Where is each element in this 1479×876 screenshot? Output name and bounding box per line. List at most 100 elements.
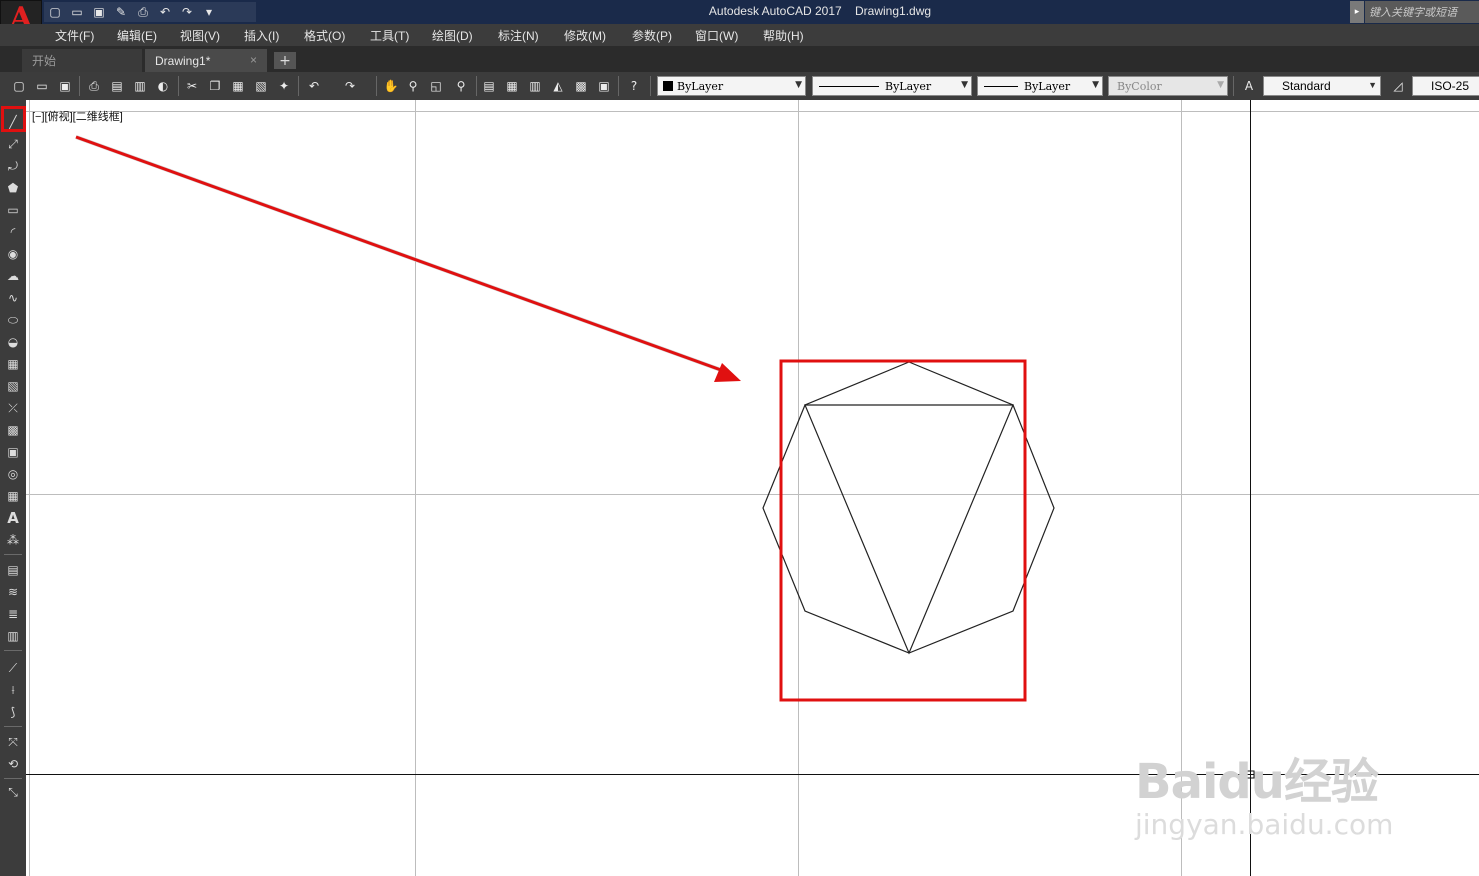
- redo-icon[interactable]: ↷: [178, 3, 196, 21]
- search-input[interactable]: 键入关键字或短语: [1365, 1, 1479, 23]
- table-icon[interactable]: ▦: [2, 486, 24, 506]
- menu-parametric[interactable]: 参数(P): [632, 27, 672, 44]
- open-icon[interactable]: ▭: [68, 3, 86, 21]
- insert-block-icon[interactable]: ▦: [2, 354, 24, 374]
- dimension-style-icon[interactable]: ◿: [1388, 76, 1408, 96]
- markup-icon[interactable]: ▩: [571, 76, 591, 96]
- construction-line-icon[interactable]: ⤢: [2, 134, 24, 154]
- layer-isolate-icon[interactable]: ▥: [2, 626, 24, 646]
- layer-properties-icon[interactable]: ▤: [2, 560, 24, 580]
- zoom-realtime-icon[interactable]: ⚲: [403, 76, 423, 96]
- dimension-style-dropdown[interactable]: ISO-25: [1412, 76, 1479, 96]
- ellipse-icon[interactable]: ⬭: [2, 310, 24, 330]
- plot-icon[interactable]: ⎙: [134, 3, 152, 21]
- tab-start-label: 开始: [32, 54, 57, 68]
- hatch-icon[interactable]: ▩: [2, 420, 24, 440]
- spline-icon[interactable]: ∿: [2, 288, 24, 308]
- revision-cloud-icon[interactable]: ☁: [2, 266, 24, 286]
- publish-icon[interactable]: ▥: [130, 76, 150, 96]
- match-properties-icon[interactable]: ▧: [251, 76, 271, 96]
- calculator-icon[interactable]: ▣: [594, 76, 614, 96]
- save-icon[interactable]: ▣: [90, 3, 108, 21]
- draw-toolbar: ╱ ⤢ ⤾ ⬟ ▭ ◜ ◉ ☁ ∿ ⬭ ◒ ▦ ▧ ⤫ ▩ ▣ ◎ ▦ A ⁂ …: [0, 100, 26, 876]
- copy-icon[interactable]: ❐: [205, 76, 225, 96]
- tab-start[interactable]: 开始: [22, 49, 142, 72]
- dimension-aligned-icon[interactable]: ⟊: [2, 680, 24, 700]
- menu-modify[interactable]: 修改(M): [564, 27, 606, 44]
- 3dprint-icon[interactable]: ◐: [153, 76, 173, 96]
- redo-toolbar-icon[interactable]: ↷: [340, 76, 360, 96]
- open-file-icon[interactable]: ▭: [32, 76, 52, 96]
- add-selected-icon[interactable]: ⁂: [2, 530, 24, 550]
- layer-states-icon[interactable]: ≋: [2, 582, 24, 602]
- menu-view[interactable]: 视图(V): [180, 27, 220, 44]
- linetype-control-dropdown[interactable]: ByLayer ▼: [812, 76, 972, 96]
- layer-previous-icon[interactable]: ≣: [2, 604, 24, 624]
- search-expand-icon[interactable]: ▸: [1350, 1, 1364, 23]
- viewport-controls-label[interactable]: [−][俯视][二维线框]: [32, 108, 123, 124]
- save-file-icon[interactable]: ▣: [55, 76, 75, 96]
- print-icon[interactable]: ⎙: [84, 76, 104, 96]
- quick-access-toolbar: ▢ ▭ ▣ ✎ ⎙ ↶ ↷ ▾: [44, 2, 256, 22]
- triangle-shape[interactable]: [804, 404, 1014, 655]
- multiline-text-icon[interactable]: A: [2, 508, 24, 528]
- undo-toolbar-icon[interactable]: ↶: [304, 76, 324, 96]
- menu-file[interactable]: 文件(F): [55, 27, 94, 44]
- chevron-down-icon: ▼: [961, 80, 968, 90]
- watermark-url: jingyan.baidu.com: [1135, 808, 1394, 841]
- menu-window[interactable]: 窗口(W): [695, 27, 738, 44]
- qnew-icon[interactable]: ▢: [9, 76, 29, 96]
- menu-dimension[interactable]: 标注(N): [498, 27, 539, 44]
- block-editor-icon[interactable]: ✦: [274, 76, 294, 96]
- heptagon-shape[interactable]: [762, 361, 1055, 654]
- new-tab-button[interactable]: +: [274, 52, 296, 69]
- dimension-arc-icon[interactable]: ⟆: [2, 702, 24, 722]
- make-block-icon[interactable]: ▧: [2, 376, 24, 396]
- menu-help[interactable]: 帮助(H): [763, 27, 804, 44]
- menu-edit[interactable]: 编辑(E): [117, 27, 157, 44]
- polygon-icon[interactable]: ⬟: [2, 178, 24, 198]
- dimension-linear-icon[interactable]: ⟋: [2, 658, 24, 678]
- region-icon[interactable]: ◎: [2, 464, 24, 484]
- zoom-previous-icon[interactable]: ⚲: [451, 76, 471, 96]
- polyline-icon[interactable]: ⤾: [2, 156, 24, 176]
- point-icon[interactable]: ⤫: [2, 398, 24, 418]
- window-title: Autodesk AutoCAD 2017 Drawing1.dwg: [708, 4, 932, 18]
- rectangle-icon[interactable]: ▭: [2, 200, 24, 220]
- text-style-icon[interactable]: A: [1239, 76, 1259, 96]
- saveas-icon[interactable]: ✎: [112, 3, 130, 21]
- watermark-brand: Baidu经验: [1135, 754, 1379, 810]
- menu-format[interactable]: 格式(O): [304, 27, 345, 44]
- modify-stretch-icon[interactable]: ⤡: [2, 782, 24, 802]
- tab-drawing1[interactable]: Drawing1* ×: [145, 49, 267, 72]
- lineweight-control-dropdown[interactable]: ByLayer ▼: [977, 76, 1103, 96]
- menu-tools[interactable]: 工具(T): [370, 27, 409, 44]
- gradient-icon[interactable]: ▣: [2, 442, 24, 462]
- help-icon[interactable]: ?: [624, 76, 644, 96]
- designcenter-icon[interactable]: ▦: [502, 76, 522, 96]
- modify-copy-icon[interactable]: ⟲: [2, 754, 24, 774]
- paste-icon[interactable]: ▦: [228, 76, 248, 96]
- zoom-window-icon[interactable]: ◱: [426, 76, 446, 96]
- text-style-dropdown[interactable]: Standard ▼: [1263, 76, 1381, 96]
- modify-move-icon[interactable]: ⤧: [2, 732, 24, 752]
- cut-icon[interactable]: ✂: [182, 76, 202, 96]
- pan-icon[interactable]: ✋: [381, 76, 401, 96]
- close-icon[interactable]: ×: [250, 53, 257, 67]
- customize-icon[interactable]: ▾: [200, 3, 218, 21]
- ellipse-arc-icon[interactable]: ◒: [2, 332, 24, 352]
- menu-draw[interactable]: 绘图(D): [432, 27, 473, 44]
- new-icon[interactable]: ▢: [46, 3, 64, 21]
- tool-palettes-icon[interactable]: ▥: [525, 76, 545, 96]
- color-control-value: ByLayer: [677, 79, 724, 93]
- plotstyle-control-value: ByColor: [1117, 79, 1162, 93]
- properties-icon[interactable]: ▤: [479, 76, 499, 96]
- color-control-dropdown[interactable]: ByLayer ▼: [657, 76, 806, 96]
- sheet-set-icon[interactable]: ◭: [548, 76, 568, 96]
- arc-icon[interactable]: ◜: [2, 222, 24, 242]
- menu-insert[interactable]: 插入(I): [244, 27, 279, 44]
- linetype-control-value: ByLayer: [885, 79, 932, 93]
- circle-icon[interactable]: ◉: [2, 244, 24, 264]
- print-preview-icon[interactable]: ▤: [107, 76, 127, 96]
- undo-icon[interactable]: ↶: [156, 3, 174, 21]
